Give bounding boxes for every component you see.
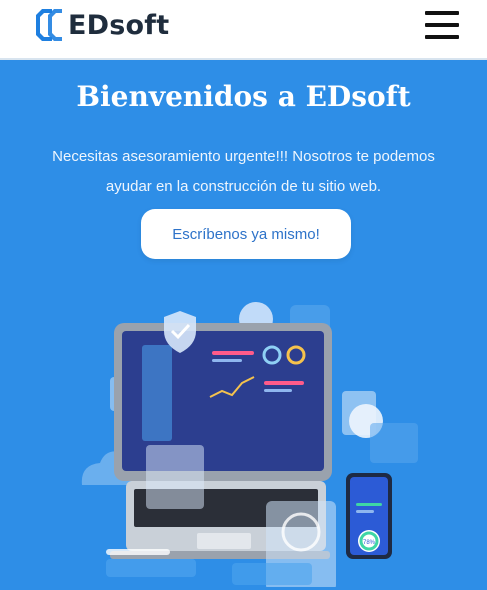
site-header: EDsoft xyxy=(0,0,487,60)
menu-bar xyxy=(425,23,459,27)
brand-name: EDsoft xyxy=(68,9,170,41)
hero-section: Bienvenidos a EDsoft Necesitas asesorami… xyxy=(0,62,487,590)
menu-bar xyxy=(425,35,459,39)
contact-cta-button[interactable]: Escríbenos ya mismo! xyxy=(141,209,351,259)
hamburger-menu-icon[interactable] xyxy=(423,9,461,43)
phone-percent: 78% xyxy=(363,540,376,546)
laptop-illustration: 78% xyxy=(81,302,418,587)
menu-bar xyxy=(425,11,459,15)
logo[interactable]: EDsoft xyxy=(34,6,169,44)
logo-bracket-icon xyxy=(36,9,62,41)
hero-description: Necesitas asesoramiento urgente!!! Nosot… xyxy=(52,148,435,195)
hero-title: Bienvenidos a EDsoft xyxy=(76,80,411,113)
